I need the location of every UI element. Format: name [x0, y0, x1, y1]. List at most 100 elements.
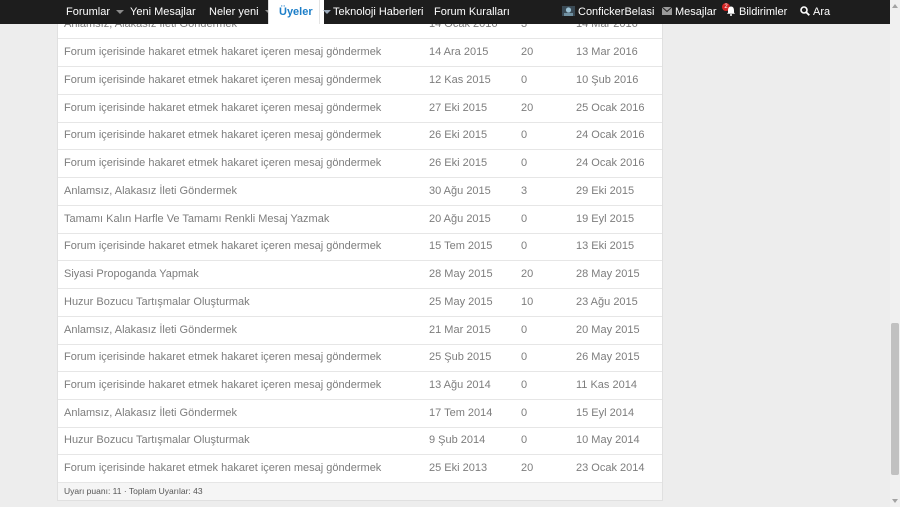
- warning-title[interactable]: Tamamı Kalın Harfle Ve Tamamı Renkli Mes…: [64, 206, 329, 233]
- nav-messages[interactable]: Mesajlar: [661, 0, 717, 24]
- warning-points: 0: [521, 351, 528, 363]
- table-row[interactable]: Forum içerisinde hakaret etmek hakaret i…: [58, 67, 662, 95]
- warning-expiry: 25 Ocak 2016: [576, 102, 645, 114]
- page-scrollbar[interactable]: [890, 0, 900, 507]
- table-row[interactable]: Forum içerisinde hakaret etmek hakaret i…: [58, 344, 662, 372]
- warning-expiry: 10 Şub 2016: [576, 74, 639, 86]
- warning-expiry: 13 Mar 2016: [576, 46, 638, 58]
- table-row[interactable]: Tamamı Kalın Harfle Ve Tamamı Renkli Mes…: [58, 206, 662, 234]
- table-row[interactable]: Siyasi Propoganda Yapmak 28 May 2015 20 …: [58, 261, 662, 289]
- table-row[interactable]: Forum içerisinde hakaret etmek hakaret i…: [58, 122, 662, 150]
- warning-expiry: 10 May 2014: [576, 434, 640, 446]
- warning-date: 25 Şub 2015: [429, 351, 492, 363]
- nav-search[interactable]: Ara: [800, 0, 830, 24]
- warning-points: 0: [521, 434, 528, 446]
- nav-forum-rules[interactable]: Forum Kuralları: [434, 0, 510, 24]
- warning-date: 14 Ara 2015: [429, 46, 489, 58]
- nav-forums-label: Forumlar: [66, 6, 111, 18]
- nav-tech-news[interactable]: Teknoloji Haberleri: [333, 0, 424, 24]
- table-row[interactable]: Forum içerisinde hakaret etmek hakaret i…: [58, 39, 662, 67]
- avatar: [562, 6, 575, 17]
- warning-points: 0: [521, 379, 528, 391]
- nav-members[interactable]: Üyeler: [268, 0, 331, 24]
- table-row[interactable]: Forum içerisinde hakaret etmek hakaret i…: [58, 372, 662, 400]
- table-row[interactable]: Huzur Bozucu Tartışmalar Oluşturmak 9 Şu…: [58, 427, 662, 455]
- table-row[interactable]: Anlamsız, Alakasız İleti Göndermek 30 Ağ…: [58, 178, 662, 206]
- warning-expiry: 19 Eyl 2015: [576, 213, 635, 225]
- table-row[interactable]: Forum içerisinde hakaret etmek hakaret i…: [58, 455, 662, 483]
- warning-expiry: 11 Kas 2014: [576, 379, 637, 391]
- bell-icon: [727, 6, 735, 17]
- warning-date: 28 May 2015: [429, 268, 493, 280]
- nav-new-posts-label: Yeni Mesajlar: [130, 6, 196, 18]
- warning-points: 0: [521, 213, 528, 225]
- warning-title[interactable]: Forum içerisinde hakaret etmek hakaret i…: [64, 95, 381, 122]
- warning-points-summary: Uyarı puanı: 11 · Toplam Uyarılar: 43: [64, 486, 203, 496]
- warning-title[interactable]: Forum içerisinde hakaret etmek hakaret i…: [64, 67, 381, 94]
- table-row[interactable]: Forum içerisinde hakaret etmek hakaret i…: [58, 233, 662, 261]
- nav-user-account[interactable]: ConfickerBelasi: [562, 0, 654, 24]
- nav-notifications-label: Bildirimler: [739, 6, 788, 18]
- warning-date: 12 Kas 2015: [429, 74, 491, 86]
- nav-new-posts[interactable]: Yeni Mesajlar: [130, 0, 196, 24]
- scrollbar-thumb[interactable]: [891, 323, 899, 475]
- search-icon: [800, 6, 810, 17]
- table-row[interactable]: Anlamsız, Alakasız İleti Göndermek 21 Ma…: [58, 317, 662, 345]
- warning-title[interactable]: Forum içerisinde hakaret etmek hakaret i…: [64, 372, 381, 399]
- warning-title[interactable]: Anlamsız, Alakasız İleti Göndermek: [64, 178, 237, 205]
- chevron-down-icon: [322, 10, 331, 15]
- warning-title[interactable]: Huzur Bozucu Tartışmalar Oluşturmak: [64, 289, 250, 316]
- warning-title[interactable]: Siyasi Propoganda Yapmak: [64, 261, 199, 288]
- members-dropdown-toggle[interactable]: [318, 0, 334, 24]
- top-navbar: Forumlar Yeni Mesajlar Neler yeni Üyeler…: [0, 0, 890, 24]
- table-row[interactable]: Anlamsız, Alakasız İleti Göndermek 17 Te…: [58, 400, 662, 428]
- warning-expiry: 23 Ağu 2015: [576, 296, 638, 308]
- nav-whats-new-label: Neler yeni: [209, 6, 259, 18]
- nav-forums[interactable]: Forumlar: [66, 0, 125, 24]
- warning-date: 30 Ağu 2015: [429, 185, 491, 197]
- warning-title[interactable]: Anlamsız, Alakasız İleti Göndermek: [64, 400, 237, 427]
- warning-date: 26 Eki 2015: [429, 157, 488, 169]
- warning-points: 20: [521, 268, 534, 280]
- warning-expiry: 28 May 2015: [576, 268, 640, 280]
- table-row[interactable]: Forum içerisinde hakaret etmek hakaret i…: [58, 150, 662, 178]
- warning-points: 0: [521, 157, 528, 169]
- warning-expiry: 26 May 2015: [576, 351, 640, 363]
- scroll-down-arrow-icon[interactable]: [892, 499, 898, 503]
- warning-title[interactable]: Forum içerisinde hakaret etmek hakaret i…: [64, 455, 381, 482]
- nav-search-label: Ara: [813, 6, 831, 18]
- nav-messages-label: Mesajlar: [675, 6, 717, 18]
- nav-members-label: Üyeler: [279, 6, 313, 18]
- warning-points: 3: [521, 185, 528, 197]
- warning-expiry: 24 Ocak 2016: [576, 129, 645, 141]
- nav-notifications[interactable]: 2 Bildirimler: [722, 0, 788, 24]
- warning-points: 0: [521, 129, 528, 141]
- warning-points: 20: [521, 102, 534, 114]
- nav-forum-rules-label: Forum Kuralları: [434, 6, 510, 18]
- warning-title[interactable]: Forum içerisinde hakaret etmek hakaret i…: [64, 233, 381, 260]
- table-row[interactable]: Forum içerisinde hakaret etmek hakaret i…: [58, 95, 662, 123]
- warning-date: 27 Eki 2015: [429, 102, 488, 114]
- warning-points: 0: [521, 324, 528, 336]
- warning-points: 0: [521, 74, 528, 86]
- warning-title[interactable]: Forum içerisinde hakaret etmek hakaret i…: [64, 150, 381, 177]
- warning-date: 9 Şub 2014: [429, 434, 486, 446]
- scroll-up-arrow-icon[interactable]: [892, 4, 898, 8]
- warning-title[interactable]: Anlamsız, Alakasız İleti Göndermek: [64, 317, 237, 344]
- warning-title[interactable]: Forum içerisinde hakaret etmek hakaret i…: [64, 344, 381, 371]
- warning-date: 20 Ağu 2015: [429, 213, 491, 225]
- warning-expiry: 15 Eyl 2014: [576, 407, 635, 419]
- nav-whats-new[interactable]: Neler yeni: [209, 0, 273, 24]
- warning-title[interactable]: Forum içerisinde hakaret etmek hakaret i…: [64, 122, 381, 149]
- warning-title[interactable]: Huzur Bozucu Tartışmalar Oluşturmak: [64, 427, 250, 454]
- warning-date: 13 Ağu 2014: [429, 379, 491, 391]
- warning-expiry: 29 Eki 2015: [576, 185, 635, 197]
- warning-date: 15 Tem 2015: [429, 240, 493, 252]
- table-row[interactable]: Huzur Bozucu Tartışmalar Oluşturmak 25 M…: [58, 289, 662, 317]
- warning-title[interactable]: Forum içerisinde hakaret etmek hakaret i…: [64, 39, 381, 66]
- warning-expiry: 13 Eki 2015: [576, 240, 635, 252]
- warning-expiry: 23 Ocak 2014: [576, 462, 645, 474]
- envelope-icon: [661, 6, 673, 16]
- chevron-down-icon[interactable]: [116, 10, 125, 15]
- warning-expiry: 24 Ocak 2016: [576, 157, 645, 169]
